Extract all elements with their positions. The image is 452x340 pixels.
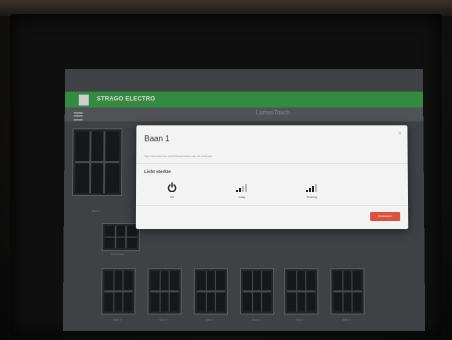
signal-high-icon: [292, 180, 332, 193]
option-label: Uit: [170, 195, 174, 199]
divider: [135, 204, 409, 206]
dialog-title: Baan 1: [144, 134, 170, 144]
option-low[interactable]: Laag: [222, 180, 262, 199]
option-label: Laag: [238, 195, 246, 199]
divider: [136, 163, 408, 165]
lighting-dialog: Baan 1 × Tap hieronder de verlichtingsst…: [135, 125, 409, 230]
option-label: Training: [306, 195, 318, 199]
close-icon[interactable]: ×: [398, 131, 402, 137]
touch-screen: STRAGO ELECTRO LumosTouch Baan 1 Buitenb…: [62, 68, 426, 331]
power-icon: [152, 180, 192, 193]
option-off[interactable]: Uit: [152, 180, 192, 199]
cancel-button[interactable]: Annuleren: [370, 212, 401, 222]
section-title: Licht sterkte: [144, 169, 171, 175]
dialog-subtitle: Tap hieronder de verlichtingsstatus van …: [144, 154, 214, 159]
option-training[interactable]: Training: [292, 180, 332, 199]
signal-low-icon: [222, 180, 262, 193]
